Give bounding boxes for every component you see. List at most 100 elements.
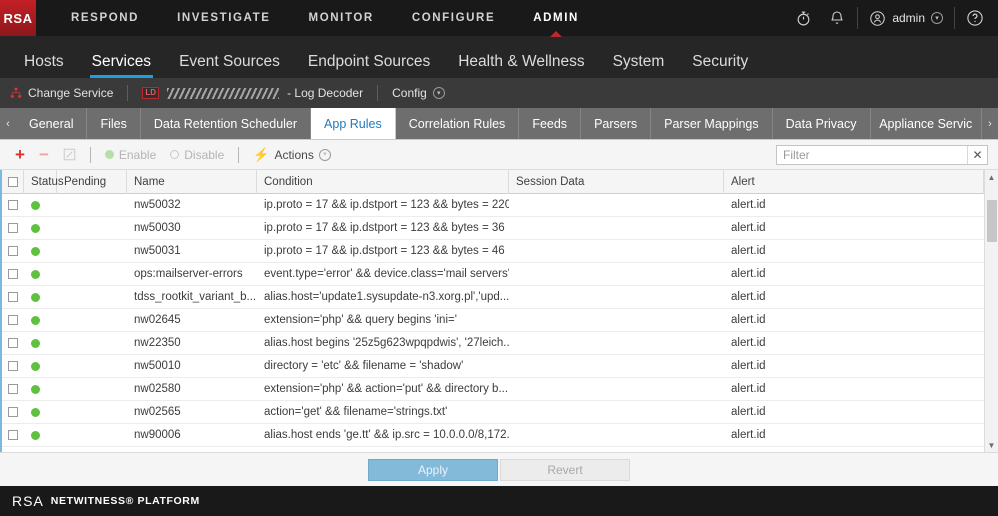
edit-rule-button[interactable] bbox=[56, 148, 83, 161]
row-select-cell bbox=[2, 194, 24, 217]
table-row[interactable]: nw22350 alias.host begins '25z5g623wpqpdw… bbox=[2, 332, 984, 355]
scroll-up-icon[interactable]: ▲ bbox=[985, 170, 998, 184]
row-status-cell bbox=[24, 309, 57, 332]
subnav-item-security[interactable]: Security bbox=[678, 53, 762, 79]
chevron-down-icon[interactable]: ▾ bbox=[318, 148, 331, 161]
row-checkbox[interactable] bbox=[8, 269, 18, 279]
tab-parser-mappings[interactable]: Parser Mappings bbox=[651, 108, 773, 139]
nav-item-investigate[interactable]: INVESTIGATE bbox=[158, 0, 289, 36]
config-dropdown[interactable]: Config ▾ bbox=[392, 86, 445, 100]
clear-filter-icon[interactable]: ✕ bbox=[967, 145, 987, 164]
subnav-item-system[interactable]: System bbox=[599, 53, 679, 79]
subnav-item-hosts[interactable]: Hosts bbox=[10, 53, 78, 79]
edit-icon bbox=[63, 148, 76, 161]
column-header-name[interactable]: Name bbox=[127, 169, 257, 194]
column-header-pending[interactable]: Pending bbox=[57, 169, 127, 194]
row-session-data-cell bbox=[509, 309, 724, 332]
tab-feeds[interactable]: Feeds bbox=[519, 108, 582, 139]
nav-item-respond[interactable]: RESPOND bbox=[52, 0, 158, 36]
row-name-cell: nw22350 bbox=[134, 337, 181, 349]
timer-icon[interactable] bbox=[786, 0, 820, 36]
row-name-cell: ops:mailserver-errors bbox=[134, 268, 243, 280]
row-checkbox[interactable] bbox=[8, 315, 18, 325]
column-header-condition[interactable]: Condition bbox=[257, 169, 509, 194]
disable-button[interactable]: Disable bbox=[163, 148, 231, 162]
row-checkbox[interactable] bbox=[8, 223, 18, 233]
table-row[interactable]: nw02645 extension='php' && query begins '… bbox=[2, 309, 984, 332]
row-alert-cell: alert.id bbox=[731, 337, 766, 349]
toolbar-divider-2 bbox=[238, 146, 240, 163]
revert-button[interactable]: Revert bbox=[500, 458, 630, 481]
row-checkbox[interactable] bbox=[8, 338, 18, 348]
actions-dropdown[interactable]: ⚡ Actions ▾ bbox=[246, 148, 338, 162]
toolbar-divider-1 bbox=[89, 146, 91, 163]
column-header-alert[interactable]: Alert bbox=[724, 169, 984, 194]
nav-item-monitor[interactable]: MONITOR bbox=[290, 0, 393, 36]
nav-item-configure[interactable]: CONFIGURE bbox=[393, 0, 514, 36]
filter-input[interactable] bbox=[777, 145, 967, 164]
tab-files[interactable]: Files bbox=[87, 108, 141, 139]
tab-data-privacy[interactable]: Data Privacy bbox=[772, 108, 871, 139]
table-row[interactable]: nw50030 ip.proto = 17 && ip.dstport = 123… bbox=[2, 217, 984, 240]
row-condition-cell: extension='php' && query begins 'ini=' bbox=[264, 314, 457, 326]
tab-data-retention-scheduler[interactable]: Data Retention Scheduler bbox=[140, 108, 312, 139]
chevron-down-icon[interactable]: ▾ bbox=[931, 12, 943, 24]
apply-button[interactable]: Apply bbox=[368, 458, 498, 481]
status-enabled-icon bbox=[31, 338, 40, 348]
table-row[interactable]: nw50032 ip.proto = 17 && ip.dstport = 123… bbox=[2, 194, 984, 217]
table-row[interactable]: nw02580 extension='php' && action='put' &… bbox=[2, 378, 984, 401]
change-service-button[interactable]: Change Service bbox=[10, 86, 113, 100]
tab-scroll-left-icon[interactable]: ‹ bbox=[0, 108, 16, 139]
select-all-checkbox[interactable] bbox=[7, 176, 18, 187]
row-pending-cell bbox=[57, 194, 127, 217]
scrollbar-track[interactable] bbox=[985, 184, 998, 438]
row-checkbox[interactable] bbox=[8, 200, 18, 210]
chevron-down-icon[interactable]: ▾ bbox=[432, 87, 445, 99]
nav-item-admin[interactable]: ADMIN bbox=[514, 0, 598, 36]
row-checkbox[interactable] bbox=[8, 246, 18, 256]
subnav-item-endpoint-sources[interactable]: Endpoint Sources bbox=[294, 53, 444, 79]
tab-parsers[interactable]: Parsers bbox=[581, 108, 652, 139]
disable-status-icon bbox=[170, 150, 180, 159]
row-checkbox[interactable] bbox=[8, 430, 18, 440]
tab-general[interactable]: General bbox=[16, 108, 88, 139]
subnav-item-event-sources[interactable]: Event Sources bbox=[165, 53, 294, 79]
user-menu[interactable]: admin ▾ bbox=[861, 10, 951, 27]
row-pending-cell bbox=[57, 424, 127, 447]
add-rule-button[interactable]: + bbox=[8, 146, 32, 163]
scroll-down-icon[interactable]: ▼ bbox=[985, 438, 998, 452]
table-row[interactable]: nw02565 action='get' && filename='strings… bbox=[2, 401, 984, 424]
tab-scroll-right-icon[interactable]: › bbox=[982, 108, 998, 139]
table-row[interactable]: tdss_rootkit_variant_b... alias.host='upd… bbox=[2, 286, 984, 309]
row-select-cell bbox=[2, 286, 24, 309]
table-row[interactable]: ops:mailserver-errors event.type='error' … bbox=[2, 263, 984, 286]
row-checkbox[interactable] bbox=[8, 384, 18, 394]
tab-correlation-rules[interactable]: Correlation Rules bbox=[395, 108, 520, 139]
status-enabled-icon bbox=[31, 384, 40, 394]
tabs-container: General Files Data Retention Scheduler A… bbox=[16, 108, 982, 139]
enable-button[interactable]: Enable bbox=[98, 148, 163, 162]
subnav-item-services[interactable]: Services bbox=[78, 53, 165, 79]
table-row[interactable]: nw50031 ip.proto = 17 && ip.dstport = 123… bbox=[2, 240, 984, 263]
bell-icon[interactable] bbox=[820, 0, 854, 36]
row-checkbox[interactable] bbox=[8, 292, 18, 302]
row-condition-cell: event.type='error' && device.class='mail… bbox=[264, 268, 509, 280]
row-checkbox[interactable] bbox=[8, 407, 18, 417]
tab-app-rules[interactable]: App Rules bbox=[311, 108, 396, 139]
column-header-session-data[interactable]: Session Data bbox=[509, 169, 724, 194]
scrollbar-thumb[interactable] bbox=[986, 200, 997, 242]
current-service[interactable]: LD - Log Decoder bbox=[142, 86, 363, 100]
table-row[interactable]: nw90006 alias.host ends 'ge.tt' && ip.src… bbox=[2, 424, 984, 447]
breadcrumb: Change Service LD - Log Decoder Config ▾ bbox=[0, 78, 998, 108]
grid-scrollbar[interactable]: ▲ ▼ bbox=[984, 170, 998, 452]
row-select-cell bbox=[2, 424, 24, 447]
row-checkbox[interactable] bbox=[8, 361, 18, 371]
subnav-item-health-wellness[interactable]: Health & Wellness bbox=[444, 53, 598, 79]
table-row[interactable]: nw50010 directory = 'etc' && filename = '… bbox=[2, 355, 984, 378]
remove-rule-button[interactable]: − bbox=[32, 146, 56, 163]
column-header-status[interactable]: Status bbox=[24, 169, 64, 194]
help-icon[interactable] bbox=[958, 0, 992, 36]
rules-grid: Status Pending Name Condition Session Da… bbox=[2, 169, 984, 452]
row-alert-cell: alert.id bbox=[731, 383, 766, 395]
tab-appliance-service[interactable]: Appliance Servic bbox=[870, 108, 982, 139]
